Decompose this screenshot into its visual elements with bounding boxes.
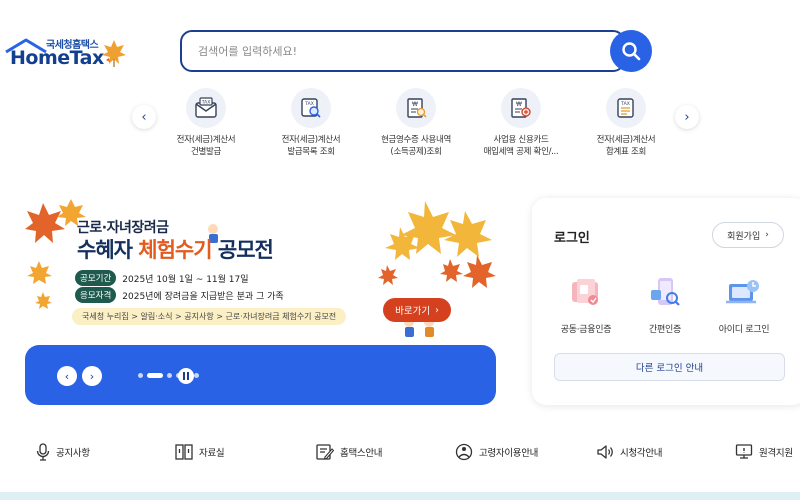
login-title: 로그인 [554,231,590,246]
footer-link-label: 자료실 [199,448,225,459]
footer-link-label: 시청각안내 [620,448,663,459]
svg-text:TAX: TAX [620,101,630,107]
search-icon [622,42,641,61]
quick-menu-label: 전자(세금)계산서 발급목록 조회 [281,135,341,157]
period-text: 2025년 10월 1일 ~ 11월 17일 [122,274,249,285]
footer-strip [0,492,800,500]
quick-menu-item[interactable]: TAX 전자(세금)계산서 발급목록 조회 [266,88,356,158]
login-option-certificate[interactable]: 공동·금융인증 [546,276,626,335]
search-button[interactable] [610,30,652,72]
footer-link-senior[interactable]: 고령자이용안내 [455,443,538,461]
login-option-label: 아이디 로그인 [718,325,770,335]
archive-icon [175,444,193,460]
qualification-tag: 응모자격 [75,287,117,303]
join-button-label: 회원가입 [727,231,761,242]
join-button[interactable]: 회원가입 › [712,222,784,248]
slide-dot[interactable] [167,373,172,378]
chevron-right-icon: › [765,230,769,240]
footer-link-audiovisual[interactable]: 시청각안내 [596,443,663,461]
card-receipt-icon: ₩ [501,88,541,128]
quick-menu-item[interactable]: TAX 전자(세금)계산서 건별발급 [161,88,251,158]
quick-menu-label: 전자(세금)계산서 합계표 조회 [596,135,656,157]
maple-leaf-icon [102,40,126,67]
quick-menu-label: 사업용 신용카드 매입세액 공제 확인/... [483,135,559,157]
slide-dot[interactable] [138,373,143,378]
banner-title-highlight: 체험수기 [138,238,212,262]
pause-icon [183,372,189,380]
login-card: 로그인 회원가입 › 공동·금융인증 간편인증 아이디 로그인 다른 로그인 안… [532,198,800,405]
chevron-left-icon: ‹ [141,109,147,125]
microphone-icon [36,443,50,461]
svg-text:TAX: TAX [304,101,314,107]
tax-search-icon: TAX [291,88,331,128]
period-tag: 공모기간 [75,270,117,286]
tax-summary-icon: TAX [606,88,646,128]
login-option-label: 간편인증 [649,325,681,335]
chevron-left-icon: ‹ [64,369,70,383]
footer-link-label: 홈택스안내 [340,448,383,459]
id-login-icon [726,280,759,304]
footer-link-label: 원격지원 [759,448,793,459]
quick-menu-label: 전자(세금)계산서 건별발급 [176,135,236,157]
svg-text:TAX: TAX [201,100,211,106]
quick-menu-item[interactable]: ₩ 현금영수증 사용내역 (소득공제)조회 [371,88,461,158]
go-button-label: 바로가기 [395,306,431,317]
remote-support-icon [735,444,753,459]
banner-pause-button[interactable] [178,368,194,384]
tax-envelope-icon: TAX [186,88,226,128]
slide-dot-active[interactable] [147,373,163,378]
guide-icon [316,444,334,460]
quick-menu-item[interactable]: TAX 전자(세금)계산서 합계표 조회 [581,88,671,158]
banner-breadcrumb: 국세청 누리집 > 알림·소식 > 공지사항 > 근로·자녀장려금 체험수기 공… [72,308,347,325]
banner-next-button[interactable]: › [82,366,102,386]
footer-link-label: 공지사항 [56,448,90,459]
speaker-icon [597,445,613,459]
hometax-logo[interactable]: 국세청홈택스 HomeTax [4,36,129,72]
login-option-id-login[interactable]: 아이디 로그인 [704,276,784,335]
login-option-simple-auth[interactable]: 간편인증 [625,276,705,335]
banner-title-part: 공모전 [211,238,274,262]
footer-link-notice[interactable]: 공지사항 [36,443,90,461]
certificate-icon [572,279,598,305]
svg-text:₩: ₩ [516,101,522,108]
quick-menu-prev-button[interactable]: ‹ [132,105,156,129]
footer-link-remote[interactable]: 원격지원 [735,443,793,461]
login-option-label: 공동·금융인증 [560,325,612,335]
footer-link-guide[interactable]: 홈택스안내 [316,443,383,461]
chevron-right-icon: › [435,304,439,316]
hometax-main-page: 국세청홈택스 HomeTax ‹ TAX 전자(세금)계산서 건별발급 TAX … [0,0,800,500]
banner-title-part: 수혜자 [77,238,139,262]
phone-auth-icon [651,278,680,306]
chevron-right-icon: › [684,109,690,125]
quick-menu-label: 현금영수증 사용내역 (소득공제)조회 [380,135,452,157]
svg-text:₩: ₩ [412,101,418,108]
banner-qualification-row: 응모자격 2025년에 장려금을 지급받은 분과 그 가족 [75,287,284,303]
banner-prev-button[interactable]: ‹ [57,366,77,386]
footer-link-label: 고령자이용안내 [479,448,539,459]
logo-title: HomeTax [10,47,104,69]
footer-link-archive[interactable]: 자료실 [175,443,225,461]
banner-go-button[interactable]: 바로가기 › [383,298,451,322]
quick-menu-next-button[interactable]: › [675,105,699,129]
other-login-button[interactable]: 다른 로그인 안내 [554,353,785,381]
senior-icon [455,443,473,461]
receipt-search-icon: ₩ [396,88,436,128]
search-box [180,30,625,72]
banner-title: 수혜자 체험수기 공모전 [77,234,274,264]
chevron-right-icon: › [89,369,95,383]
banner-period-row: 공모기간 2025년 10월 1일 ~ 11월 17일 [75,270,249,286]
quick-menu-item[interactable]: ₩ 사업용 신용카드 매입세액 공제 확인/... [476,88,566,158]
slide-dot[interactable] [194,373,199,378]
event-banner[interactable]: 근로·자녀장려금 수혜자 체험수기 공모전 공모기간 2025년 10월 1일 … [25,197,496,405]
search-input[interactable] [182,32,623,70]
qualification-text: 2025년에 장려금을 지급받은 분과 그 가족 [122,291,284,302]
